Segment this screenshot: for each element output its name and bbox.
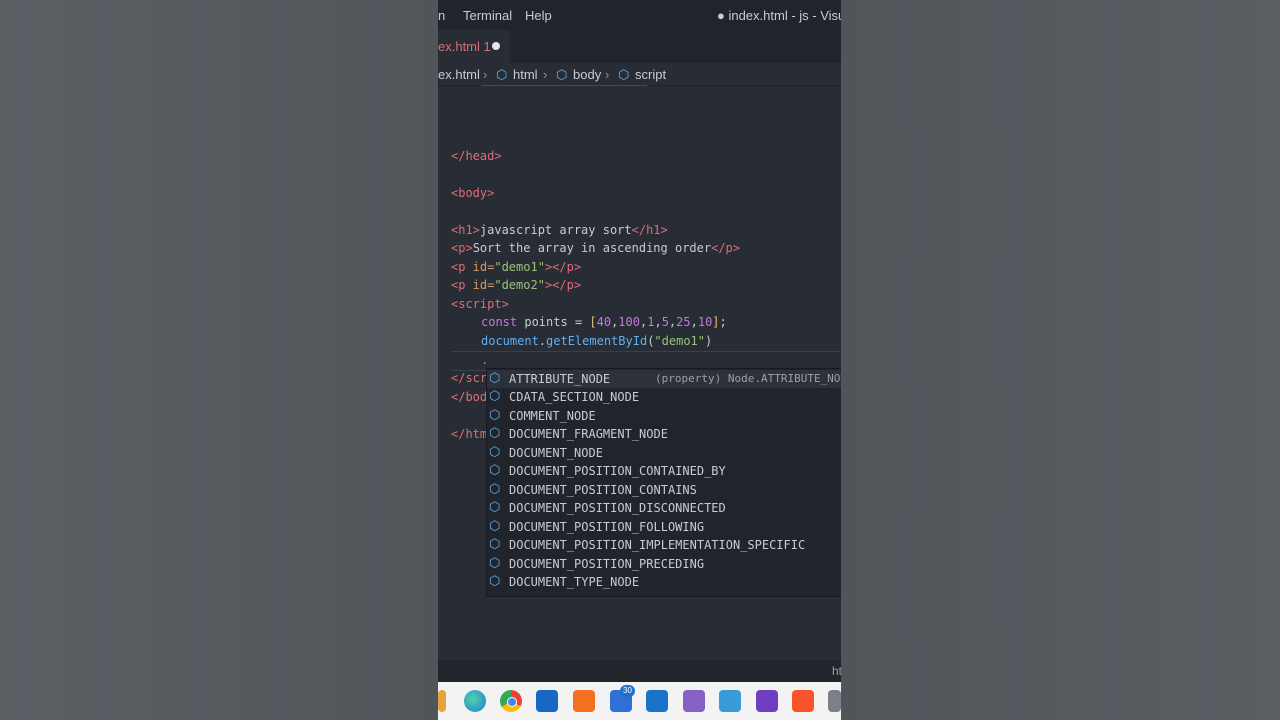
cube-icon: ⬡ [489, 463, 501, 478]
code-line-getelement: document.getElementById("demo1") [481, 334, 713, 348]
cube-icon: ⬡ [489, 482, 501, 497]
edge-icon[interactable] [464, 690, 486, 712]
suggestion-item[interactable]: ⬡ DOCUMENT_FRAGMENT_NODE [487, 425, 841, 443]
suggestion-item[interactable]: ⬡ DOCUMENT_POSITION_DISCONNECTED [487, 499, 841, 517]
tab-index-html[interactable]: ex.html 1 [438, 30, 510, 63]
cube-icon: ⬡ [489, 408, 501, 423]
tab-label: ex.html 1 [438, 39, 491, 54]
code-line-script-close: </scr [451, 371, 488, 385]
code-line-h1: <h1>javascript array sort</h1> [451, 223, 668, 237]
code-line-html-close: </htm [451, 427, 488, 441]
xampp-icon[interactable] [573, 690, 595, 712]
breadcrumb-file[interactable]: ex.html [438, 67, 480, 82]
suggestion-item[interactable]: ⬡ DOCUMENT_POSITION_FOLLOWING [487, 518, 841, 536]
cube-icon: ⬡ [489, 556, 501, 571]
status-bar: ht [438, 660, 841, 682]
menu-help[interactable]: Help [525, 8, 552, 23]
cube-icon: ⬡ [489, 371, 501, 386]
suggestion-item[interactable]: ⬡ COMMENT_NODE [487, 407, 841, 425]
file-icon[interactable] [438, 690, 446, 712]
suggestion-widget: ⬡ ATTRIBUTE_NODE (property) Node.ATTRIBUTE… [486, 368, 841, 597]
status-language[interactable]: ht [832, 664, 841, 678]
vs-code-icon[interactable] [756, 690, 778, 712]
suggestion-item[interactable]: ⬡ ATTRIBUTE_NODE (property) Node.ATTRIBUTE… [487, 370, 841, 388]
left-backdrop [0, 0, 438, 720]
menu-terminal[interactable]: Terminal [463, 8, 512, 23]
cursor-dot: . [481, 353, 489, 367]
tab-bar: ex.html 1 [438, 30, 841, 63]
visual-studio-icon[interactable] [683, 690, 705, 712]
cube-icon: ⬡ [489, 500, 501, 515]
code-line-body-close: </bod [451, 390, 488, 404]
code-line-p: <p>Sort the array in ascending order</p> [451, 241, 741, 255]
suggestion-item[interactable]: ⬡ DOCUMENT_TYPE_NODE [487, 573, 841, 591]
tools-icon[interactable] [719, 690, 741, 712]
cube-icon: ⬡ [489, 426, 501, 441]
taskbar: 30 [438, 682, 841, 720]
store-icon[interactable] [536, 690, 558, 712]
code-line-p-demo2: <p id="demo2"></p> [451, 278, 582, 292]
menu-run[interactable]: n [438, 8, 445, 23]
cube-icon: ⬡ [489, 537, 501, 552]
suggestion-item[interactable]: ⬡ DOCUMENT_POSITION_CONTAINS [487, 481, 841, 499]
code-line-body-open: <body> [451, 186, 495, 200]
suggestion-item[interactable]: ⬡ DOCUMENT_NODE [487, 444, 841, 462]
notification-badge: 30 [620, 685, 635, 697]
mail-icon[interactable] [646, 690, 668, 712]
vscode-window: n Terminal Help ● index.html - js - Visu… [438, 0, 841, 720]
menu-bar: n Terminal Help ● index.html - js - Visu… [438, 0, 841, 30]
suggestion-item[interactable]: ⬡ DOCUMENT_POSITION_CONTAINED_BY [487, 462, 841, 480]
settings-icon[interactable] [828, 690, 841, 712]
suggestion-item[interactable]: ⬡ DOCUMENT_POSITION_IMPLEMENTATION_SPECIF… [487, 536, 841, 554]
cube-icon: ⬡ [489, 574, 501, 589]
code-line-p-demo1: <p id="demo1"></p> [451, 260, 582, 274]
window-title: ● index.html - js - Visual [717, 8, 841, 23]
code-line-const: const points = [40,100,1,5,25,10]; [481, 315, 727, 329]
unsaved-dot-icon[interactable] [492, 42, 500, 50]
code-line-script-open: <script> [451, 297, 509, 311]
suggestion-item[interactable]: ⬡ CDATA_SECTION_NODE [487, 388, 841, 406]
cube-icon: ⬡ [489, 519, 501, 534]
cube-icon: ⬡ [489, 445, 501, 460]
chrome-icon[interactable] [500, 690, 522, 712]
cube-icon: ⬡ [489, 389, 501, 404]
teams-icon[interactable]: 30 [610, 685, 635, 712]
right-backdrop [841, 0, 1280, 720]
scrolled-line-remnant: ——————————————————————— [481, 78, 648, 92]
code-line-head-close: </head> [451, 149, 502, 163]
brave-icon[interactable] [792, 690, 814, 712]
suggestion-detail: (property) Node.ATTRIBUTE_NODE [655, 372, 841, 385]
suggestion-item[interactable]: ⬡ DOCUMENT_POSITION_PRECEDING [487, 555, 841, 573]
